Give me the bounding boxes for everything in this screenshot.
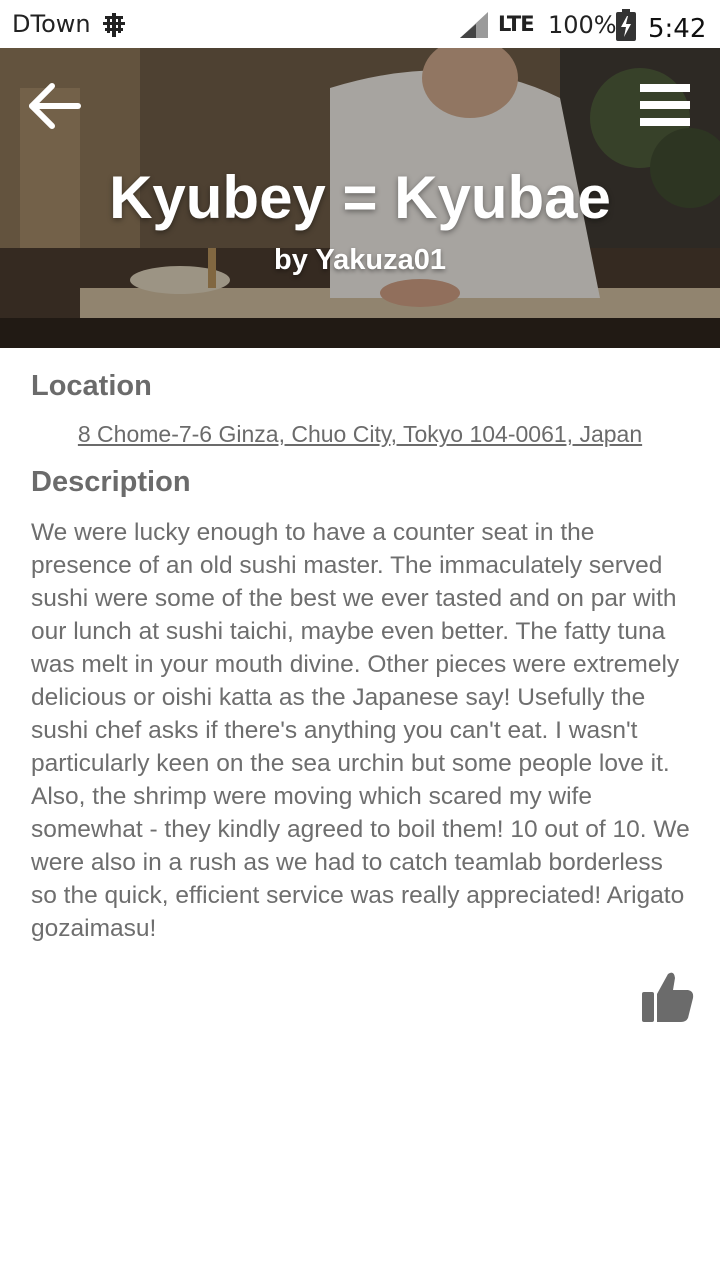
hamburger-menu-icon[interactable] <box>634 80 696 130</box>
signal-strength-icon <box>460 12 488 38</box>
carrier-logo-icon <box>103 13 125 37</box>
description-heading: Description <box>31 466 191 498</box>
clock-time: 5:42 <box>648 14 707 44</box>
hero-header: Kyubey = Kyubae by Yakuza01 <box>0 48 720 348</box>
status-bar: DTown LTE 100% 5:42 <box>0 0 720 48</box>
author-byline: by Yakuza01 <box>274 244 446 276</box>
address-link[interactable]: 8 Chome-7-6 Ginza, Chuo City, Tokyo 104-… <box>0 421 720 448</box>
network-type-label: LTE <box>498 12 535 36</box>
battery-charging-icon <box>616 9 636 41</box>
page-title: Kyubey = Kyubae <box>109 164 611 231</box>
location-heading: Location <box>31 370 152 402</box>
battery-percentage: 100% <box>548 11 617 39</box>
back-arrow-icon[interactable] <box>24 78 84 134</box>
description-text: We were lucky enough to have a counter s… <box>31 519 690 942</box>
carrier-label: DTown <box>12 10 91 38</box>
thumbs-up-icon[interactable] <box>638 968 696 1026</box>
